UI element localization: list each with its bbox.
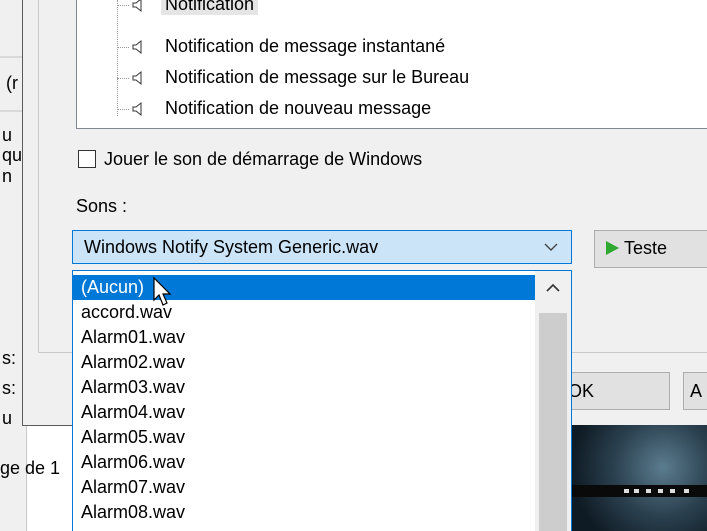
play-icon	[606, 241, 619, 255]
speaker-icon	[132, 0, 142, 13]
dropdown-option[interactable]: Alarm04.wav	[73, 400, 535, 425]
dropdown-option[interactable]: accord.wav	[73, 300, 535, 325]
speaker-icon	[132, 70, 142, 86]
dropdown-scrollbar[interactable]	[535, 271, 571, 531]
background-text-fragment: qu	[2, 145, 23, 165]
test-sound-label: Teste	[624, 238, 668, 258]
background-text-fragment: s:	[2, 378, 17, 398]
event-item-label: Notification de message instantané	[165, 36, 446, 56]
chevron-up-icon[interactable]	[535, 271, 571, 307]
sounds-label: Sons :	[76, 196, 128, 216]
mouse-cursor-icon	[153, 276, 172, 306]
background-text-fragment: u	[2, 408, 13, 428]
speaker-icon	[132, 101, 142, 117]
dropdown-option[interactable]: (Aucun)	[73, 275, 535, 300]
dropdown-option[interactable]: Alarm05.wav	[73, 425, 535, 450]
speaker-icon	[132, 39, 142, 55]
dropdown-option[interactable]: Alarm03.wav	[73, 375, 535, 400]
dropdown-option[interactable]: Alarm02.wav	[73, 350, 535, 375]
dropdown-option[interactable]: Alarm07.wav	[73, 475, 535, 500]
startup-sound-label[interactable]: Jouer le son de démarrage de Windows	[104, 149, 422, 170]
event-item-instant-message[interactable]: Notification de message instantané	[77, 34, 707, 60]
event-item-notification[interactable]: Notification	[77, 0, 707, 18]
background-text-fragment: (r	[6, 73, 18, 93]
startup-sound-checkbox[interactable]	[78, 150, 96, 168]
background-text-fragment: n	[2, 166, 13, 186]
background-image	[560, 425, 707, 531]
background-text-fragment: ge de 1	[0, 458, 61, 478]
event-item-desktop-message[interactable]: Notification de message sur le Bureau	[77, 65, 707, 91]
dropdown-option[interactable]: Alarm08.wav	[73, 500, 535, 525]
background-text-fragment: s:	[2, 348, 17, 368]
scrollbar-thumb[interactable]	[539, 313, 567, 531]
background-text-fragment: u	[2, 125, 13, 145]
dropdown-option[interactable]: Alarm01.wav	[73, 325, 535, 350]
event-item-label: Notification de message sur le Bureau	[165, 67, 470, 87]
chevron-down-icon[interactable]	[541, 239, 561, 255]
sound-dropdown-list[interactable]: (Aucun) accord.wav Alarm01.wav Alarm02.w…	[72, 270, 572, 531]
event-item-label: Notification	[161, 0, 259, 15]
cancel-button-label: A	[690, 381, 703, 401]
event-item-label: Notification de nouveau message	[165, 98, 432, 118]
sound-select-value: Windows Notify System Generic.wav	[84, 237, 379, 257]
dropdown-option[interactable]: Alarm06.wav	[73, 450, 535, 475]
event-item-new-message[interactable]: Notification de nouveau message	[77, 96, 707, 122]
program-events-list[interactable]: Notification Notification de message ins…	[76, 0, 707, 129]
